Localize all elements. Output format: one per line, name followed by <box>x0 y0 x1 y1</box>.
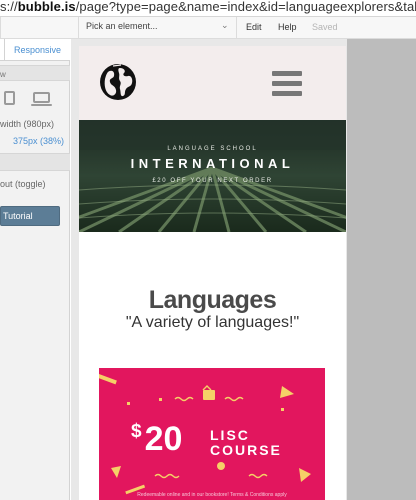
section-subheading: "A variety of languages!" <box>125 314 300 331</box>
left-panel-tabs: Responsive <box>0 39 70 61</box>
laptop-icon[interactable] <box>33 92 50 103</box>
toolbar-divider <box>78 17 79 39</box>
editor-toolbar: Pick an element... ⌄ Edit Help Saved <box>0 17 416 39</box>
canvas-overflow-area <box>347 39 416 500</box>
hero-offer-text: £20 OFF YOUR NEXT ORDER <box>152 178 273 184</box>
current-width-link[interactable]: 375px (38%) <box>13 136 64 146</box>
laptop-base <box>31 104 52 106</box>
promo-fine-print: Redeemable online and in our bookstore! … <box>137 492 287 498</box>
tutorial-button[interactable]: Tutorial <box>0 206 60 226</box>
section-label: w <box>0 70 6 79</box>
promo-amount: $20 <box>131 420 183 458</box>
globe-logo-icon[interactable] <box>99 63 137 101</box>
toolbar-divider <box>236 17 237 39</box>
page-width-label: width (980px) <box>0 119 55 129</box>
saved-status: Saved <box>312 22 338 32</box>
hero-title: INTERNATIONAL <box>130 156 295 171</box>
promo-banner[interactable]: $20 LISC COURSE Redeemable online and in … <box>99 368 325 500</box>
toolbar-divider <box>0 17 1 39</box>
hero-banner: LANGUAGE SCHOOL INTERNATIONAL £20 OFF YO… <box>79 120 346 232</box>
site-header <box>79 46 346 120</box>
page-preview: LANGUAGE SCHOOL INTERNATIONAL £20 OFF YO… <box>79 46 346 500</box>
section-heading: Languages <box>148 286 277 314</box>
browser-url-bar[interactable]: s://bubble.is/page?type=page&name=index&… <box>0 0 416 17</box>
layout-toggle-label[interactable]: out (toggle) <box>0 179 46 189</box>
left-panel: Responsive w width (980px) 375px (38%) o… <box>0 39 70 500</box>
promo-course-label: LISC COURSE <box>210 427 282 458</box>
menu-edit[interactable]: Edit <box>246 22 262 32</box>
tablet-icon[interactable] <box>4 91 15 105</box>
url-text: s://bubble.is/page?type=page&name=index&… <box>0 0 416 14</box>
chevron-down-icon[interactable]: ⌄ <box>221 20 229 31</box>
section-divider <box>0 153 70 171</box>
tab-divider <box>4 39 5 61</box>
tea-field-image <box>79 120 346 232</box>
hamburger-menu-icon[interactable] <box>272 71 302 97</box>
menu-help[interactable]: Help <box>278 22 297 32</box>
section-header-view: w <box>0 65 70 81</box>
hero-subtitle: LANGUAGE SCHOOL <box>167 146 258 152</box>
tab-responsive[interactable]: Responsive <box>14 45 61 55</box>
element-picker-dropdown[interactable]: Pick an element... <box>86 21 158 31</box>
